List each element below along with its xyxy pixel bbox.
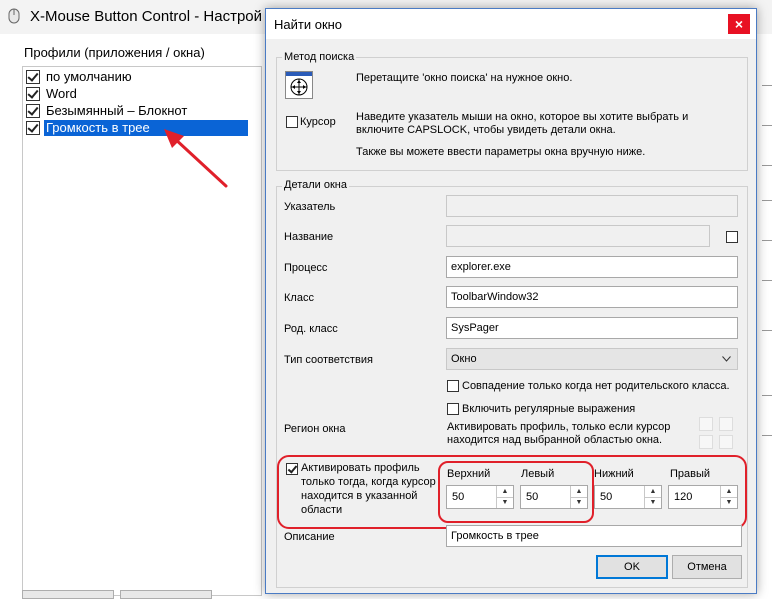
name-field[interactable] (446, 225, 710, 247)
region-hint-line1: Активировать профиль, только если курсор (447, 421, 671, 433)
dialog-title: Найти окно (274, 17, 343, 32)
regex-checkbox[interactable] (447, 403, 459, 415)
regex-label: Включить регулярные выражения (462, 403, 636, 415)
profile-label: Word (46, 86, 77, 101)
cancel-button[interactable]: Отмена (672, 555, 742, 579)
pointer-field[interactable] (446, 195, 738, 217)
mouse-app-icon (8, 8, 20, 24)
region-grid-cell[interactable] (719, 417, 733, 431)
divider (762, 200, 772, 201)
region-label: Регион окна (284, 423, 346, 435)
find-window-dialog: Найти окно × Метод поиска Перетащите 'ок… (265, 8, 757, 594)
name-checkbox[interactable] (726, 231, 738, 243)
profile-checkbox[interactable] (26, 70, 40, 84)
process-field[interactable]: explorer.exe (446, 256, 738, 278)
profile-checkbox[interactable] (26, 87, 40, 101)
capslock-hint-line2: включите CAPSLOCK, чтобы увидеть детали … (356, 124, 616, 136)
process-label: Процесс (284, 262, 328, 274)
profile-label: по умолчанию (46, 69, 132, 84)
divider (762, 280, 772, 281)
parent-class-field[interactable]: SysPager (446, 317, 738, 339)
window-details-title: Детали окна (282, 179, 349, 191)
class-field[interactable]: ToolbarWindow32 (446, 286, 738, 308)
divider (762, 395, 772, 396)
profile-checkbox[interactable] (26, 121, 40, 135)
class-label: Класс (284, 292, 314, 304)
profiles-label: Профили (приложения / окна) (24, 45, 205, 60)
profile-label: Безымянный – Блокнот (46, 103, 188, 118)
right-panel-edge (760, 60, 772, 597)
divider (762, 240, 772, 241)
divider (762, 85, 772, 86)
profile-checkbox[interactable] (26, 104, 40, 118)
match-type-label: Тип соответствия (284, 354, 373, 366)
profile-item[interactable]: по умолчанию (26, 69, 258, 85)
no-parent-checkbox[interactable] (447, 380, 459, 392)
description-field[interactable]: Громкость в трее (446, 525, 742, 547)
profile-item[interactable]: Безымянный – Блокнот (26, 103, 258, 119)
search-method-title: Метод поиска (282, 51, 357, 63)
description-label: Описание (284, 531, 335, 543)
divider (762, 165, 772, 166)
annotation-outline (438, 461, 594, 523)
region-grid-cell[interactable] (699, 435, 713, 449)
finder-target-icon[interactable] (285, 71, 313, 99)
region-grid-cell[interactable] (719, 435, 733, 449)
name-label: Название (284, 231, 334, 243)
region-grid-cell[interactable] (699, 417, 713, 431)
bottom-button[interactable] (120, 590, 212, 599)
chevron-down-icon (722, 356, 731, 362)
manual-hint: Также вы можете ввести параметры окна вр… (356, 146, 646, 158)
divider (762, 125, 772, 126)
ok-button[interactable]: OK (596, 555, 668, 579)
cursor-checkbox[interactable] (286, 116, 298, 128)
bottom-button[interactable] (22, 590, 114, 599)
parent-class-label: Род. класс (284, 323, 338, 335)
region-hint-line2: находится над выбранной областью окна. (447, 434, 663, 446)
capslock-hint-line1: Наведите указатель мыши на окно, которое… (356, 111, 689, 123)
match-type-select[interactable]: Окно (446, 348, 738, 370)
drag-hint: Перетащите 'окно поиска' на нужное окно. (356, 72, 573, 84)
divider (762, 435, 772, 436)
close-icon[interactable]: × (728, 14, 750, 34)
profile-item[interactable]: Word (26, 86, 258, 102)
pointer-label: Указатель (284, 201, 336, 213)
main-window-title: X-Mouse Button Control - Настрой (30, 8, 263, 25)
match-type-value: Окно (451, 353, 477, 365)
no-parent-label: Совпадение только когда нет родительског… (462, 380, 730, 392)
annotation-arrow (164, 129, 228, 188)
divider (762, 330, 772, 331)
cursor-label: Курсор (300, 116, 336, 128)
